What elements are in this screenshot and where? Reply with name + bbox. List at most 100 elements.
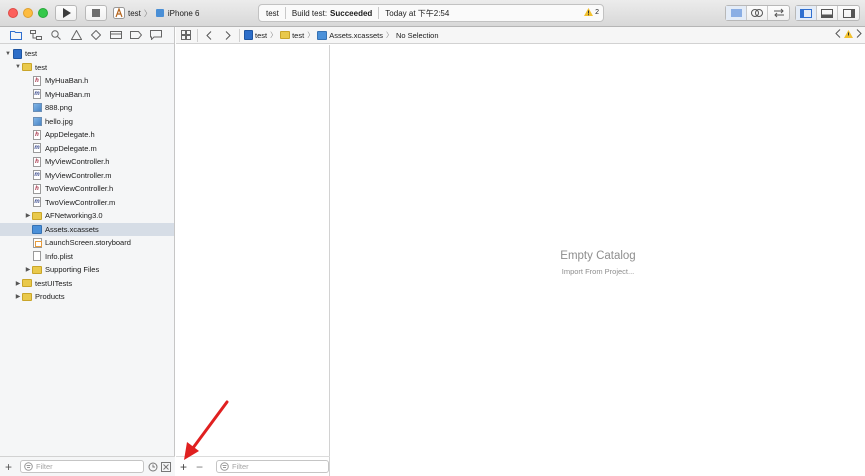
back-button[interactable]	[202, 28, 216, 42]
tree-item-label: test	[35, 62, 48, 72]
folder-icon-glyph	[32, 265, 42, 274]
tree-item-label: AppDelegate.m	[45, 143, 97, 153]
navigator-filter-field[interactable]: Filter	[20, 460, 144, 473]
tree-item[interactable]: ▶ Supporting Files	[0, 263, 174, 277]
rings-icon	[751, 9, 763, 17]
header-file-icon-glyph: h	[33, 75, 41, 86]
tree-item[interactable]: ▶ testUITests	[0, 277, 174, 291]
jump-separator	[197, 28, 198, 42]
disclosure-open-icon[interactable]: ▼	[14, 64, 22, 70]
breakpoint-navigator-tab[interactable]	[126, 28, 146, 42]
source-file-icon: m	[32, 197, 42, 208]
speech-bubble-icon	[150, 30, 162, 40]
tree-item[interactable]: h TwoViewController.h	[0, 182, 174, 196]
tree-item[interactable]: m MyHuaBan.m	[0, 88, 174, 102]
breakpoint-icon	[130, 31, 142, 39]
status-divider-2	[378, 7, 380, 19]
disclosure-closed-icon[interactable]: ▶	[24, 266, 32, 273]
right-panel-icon	[842, 8, 855, 18]
breadcrumb-separator: 〉	[307, 32, 315, 39]
symbol-navigator-tab[interactable]	[26, 28, 46, 42]
next-issue-icon[interactable]	[856, 29, 862, 38]
recent-files-icon[interactable]	[148, 462, 158, 472]
toggle-utilities-button[interactable]	[838, 6, 859, 20]
minimize-window-button[interactable]	[23, 8, 33, 18]
assistant-editor-button[interactable]	[747, 6, 768, 20]
image-file-icon-glyph	[32, 103, 42, 113]
toggle-debug-area-button[interactable]	[817, 6, 838, 20]
view-toggle-control	[795, 5, 860, 21]
status-label: Build test:	[291, 8, 328, 18]
project-navigator: ▼ test ▼ test h MyHuaBan.h m MyHuaBan.m 888.png h…	[0, 27, 175, 476]
forward-button[interactable]	[221, 28, 235, 42]
tree-item-label: 888.png	[45, 103, 73, 113]
scheme-selector[interactable]: test 〉 iPhone 6	[113, 5, 200, 21]
test-navigator-tab[interactable]	[86, 28, 106, 42]
stop-button[interactable]	[85, 5, 107, 21]
tree-item[interactable]: m MyViewController.m	[0, 169, 174, 183]
tree-item[interactable]: ▼ test	[0, 61, 174, 75]
source-control-filter-icon[interactable]	[161, 461, 171, 472]
zoom-window-button[interactable]	[38, 8, 48, 18]
tree-item[interactable]: hello.jpg	[0, 115, 174, 129]
tree-item[interactable]: m AppDelegate.m	[0, 142, 174, 156]
grid-icon	[181, 30, 191, 40]
tree-item[interactable]: ▶ Products	[0, 290, 174, 304]
navigator-selector-bar	[0, 27, 174, 44]
related-items-button[interactable]	[179, 28, 193, 42]
issue-stepper	[835, 29, 862, 38]
tree-item[interactable]: m TwoViewController.m	[0, 196, 174, 210]
breadcrumb-file[interactable]: Assets.xcassets	[329, 31, 383, 40]
breadcrumb-selection[interactable]: No Selection	[396, 31, 439, 40]
breadcrumb-project[interactable]: test	[255, 31, 267, 40]
issue-navigator-tab[interactable]	[66, 28, 86, 42]
app-icon	[113, 7, 125, 19]
disclosure-closed-icon[interactable]: ▶	[24, 212, 32, 219]
find-navigator-tab[interactable]	[46, 28, 66, 42]
play-icon	[62, 8, 71, 18]
disclosure-open-icon[interactable]: ▼	[4, 51, 12, 57]
run-button[interactable]	[55, 5, 77, 21]
version-editor-button[interactable]	[768, 6, 789, 20]
tree-item[interactable]: ▼ test	[0, 47, 174, 61]
debug-navigator-tab[interactable]	[106, 28, 126, 42]
header-file-icon: h	[32, 156, 42, 167]
tree-item[interactable]: 888.png	[0, 101, 174, 115]
tree-item[interactable]: h AppDelegate.h	[0, 128, 174, 142]
device-name: iPhone 6	[167, 8, 200, 18]
tree-item[interactable]: Assets.xcassets	[0, 222, 174, 236]
jump-separator-2	[239, 28, 240, 42]
tree-item[interactable]: ▶ AFNetworking3.0	[0, 209, 174, 223]
gauge-icon	[110, 31, 122, 39]
tree-item-label: Supporting Files	[45, 265, 100, 275]
disclosure-closed-icon[interactable]: ▶	[14, 280, 22, 287]
folder-icon	[22, 63, 32, 72]
status-result: Succeeded	[330, 8, 373, 18]
toggle-navigator-button[interactable]	[796, 6, 817, 20]
add-file-button[interactable]: +	[5, 460, 17, 474]
breadcrumb-group[interactable]: test	[292, 31, 304, 40]
tree-item[interactable]: h MyHuaBan.h	[0, 74, 174, 88]
warning-indicator[interactable]: 2	[584, 8, 599, 16]
report-navigator-tab[interactable]	[146, 28, 166, 42]
chevron-left-icon	[206, 30, 212, 40]
asset-filter-field[interactable]: Filter	[216, 460, 329, 473]
tree-item[interactable]: h MyViewController.h	[0, 155, 174, 169]
project-navigator-tab[interactable]	[6, 28, 26, 42]
previous-issue-icon[interactable]	[835, 29, 841, 38]
standard-editor-button[interactable]	[726, 6, 747, 20]
asset-filter-placeholder: Filter	[232, 462, 249, 471]
import-from-project-link[interactable]: Import From Project...	[331, 267, 865, 276]
project-icon-glyph	[12, 48, 22, 59]
tree-item[interactable]: LaunchScreen.storyboard	[0, 236, 174, 250]
tree-item-label: Info.plist	[45, 251, 73, 261]
disclosure-closed-icon[interactable]: ▶	[14, 293, 22, 300]
device-icon	[155, 9, 164, 17]
image-file-icon	[32, 103, 42, 113]
status-divider	[284, 7, 286, 19]
header-file-icon: h	[32, 129, 42, 140]
close-window-button[interactable]	[8, 8, 18, 18]
tree-item-label: hello.jpg	[45, 116, 73, 126]
tree-item[interactable]: Info.plist	[0, 250, 174, 264]
tree-item-label: MyViewController.m	[45, 170, 112, 180]
